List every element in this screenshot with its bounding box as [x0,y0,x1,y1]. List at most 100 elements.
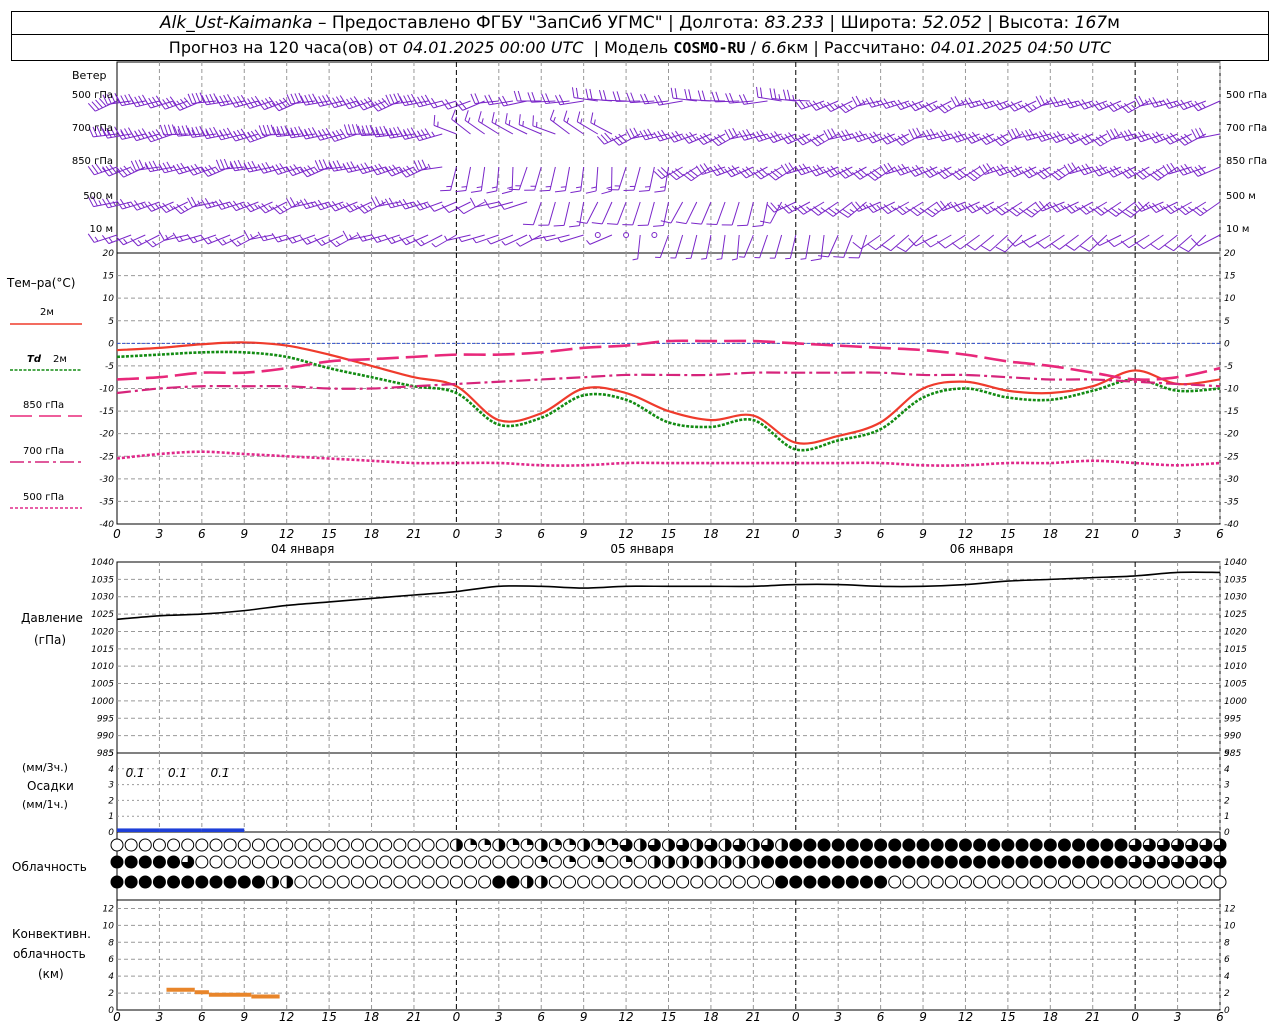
cloud-cover-icon [845,838,859,852]
barb-flag [257,231,264,242]
y-tick-right-press: 1025 [1224,610,1247,620]
barb-half [632,258,638,261]
cloud-cover-icon [732,875,746,889]
day-label: 04 января [271,542,334,556]
barb-staff [532,201,542,225]
x-tick-label-bottom: 9 [240,1010,248,1024]
barb-half [660,186,666,188]
wind-barb [653,201,669,227]
cloud-circle [138,838,152,852]
barb-flag [420,95,428,106]
barb-flag [576,221,587,224]
barb-flag [908,238,917,247]
wind-barb [427,201,457,212]
cloud-circle [379,855,393,869]
cloud-fill [781,839,788,851]
cloud-circle [548,855,562,869]
cloud-circle [266,838,280,852]
wind-barb [585,88,612,102]
barb-flag [724,129,731,140]
cloud-cover-icon [1142,855,1156,869]
cloud-fill [902,856,915,868]
barb-staff [601,201,613,225]
cloud-cover-icon [591,875,605,889]
barb-half [820,207,826,212]
cloud-cover-icon [534,875,548,889]
barb-staff [659,234,669,258]
barb-half [278,236,283,242]
cloud-fill [668,856,675,868]
y-tick-left-press: 1040 [91,558,114,568]
barb-flag [417,96,424,107]
barb-flag [328,161,335,172]
barb-flag [773,88,777,100]
barb-flag [204,198,212,208]
x-tick-label-top: 0 [1131,527,1139,541]
cloud-cover-icon [1185,838,1199,852]
cloud-cover-icon [760,875,774,889]
barb-half [1017,103,1023,109]
cloud-cover-icon [789,855,803,869]
barb-flag [424,128,432,138]
cloud-circle [1142,875,1156,889]
y-tick-left-precip: 3 [108,781,114,791]
barb-flag [591,222,603,225]
barb-half [137,239,142,245]
cloud-cover-icon [859,875,873,889]
cloud-cover-icon [1156,855,1170,869]
cloud-title: Облачность [12,860,87,874]
cloud-circle [1185,875,1199,889]
barb-half [989,206,995,211]
barb-half [560,186,567,188]
barb-flag [601,190,612,195]
cloud-fill [917,839,930,851]
x-tick-label-bottom: 18 [703,1010,719,1024]
cloud-cover-icon [1171,855,1185,869]
y-tick-right-temp: -30 [1224,475,1239,485]
cloud-cover-icon [775,875,789,889]
barb-flag [951,242,961,250]
wind-barb [1107,201,1136,217]
wind-barb [1149,166,1178,181]
y-tick-right-temp: -20 [1224,430,1239,440]
cloud-fill [902,839,915,851]
wind-barb [299,198,330,210]
barb-flag [554,95,561,105]
cloud-circle [633,855,647,869]
wind-barb [1191,201,1221,217]
barb-flag [374,196,381,207]
wind-barb [752,201,768,228]
cloud-circle [350,855,364,869]
y-tick-right-precip: 4 [1224,765,1230,775]
barb-staff [701,201,712,225]
cloud-cover-icon [916,855,930,869]
x-tick-label-bottom: 12 [618,1010,633,1024]
barb-half [1201,103,1206,108]
cloud-cover-icon [1029,855,1043,869]
cloud-cover-icon [138,875,152,889]
cloud-cover-icon [280,855,294,869]
cloud-cover-icon [958,838,972,852]
barb-flag [647,128,654,139]
wind-barb [785,234,797,260]
barb-half [890,101,895,107]
cloud-cover-icon [1199,855,1213,869]
cloud-circle [421,855,435,869]
cloud-fill [1072,856,1085,868]
precip-label: 0.1 [126,766,145,780]
cloud-circle [1001,875,1015,889]
wind-barb [731,234,740,261]
barb-flag [827,129,834,139]
cloud-cover-icon [223,855,237,869]
cloud-fill [846,839,859,851]
barb-flag [1053,96,1060,107]
x-tick-label-bottom: 12 [279,1010,294,1024]
y-tick-right-press: 1020 [1224,627,1247,637]
cloud-circle [237,838,251,852]
cloud-fill [846,856,859,868]
cloud-fill [541,839,548,851]
cloud-cover-icon [1199,875,1213,889]
conv-title-1: Конвективн. [12,927,91,941]
cloud-cover-icon [280,838,294,852]
cloud-cover-icon [492,875,506,889]
